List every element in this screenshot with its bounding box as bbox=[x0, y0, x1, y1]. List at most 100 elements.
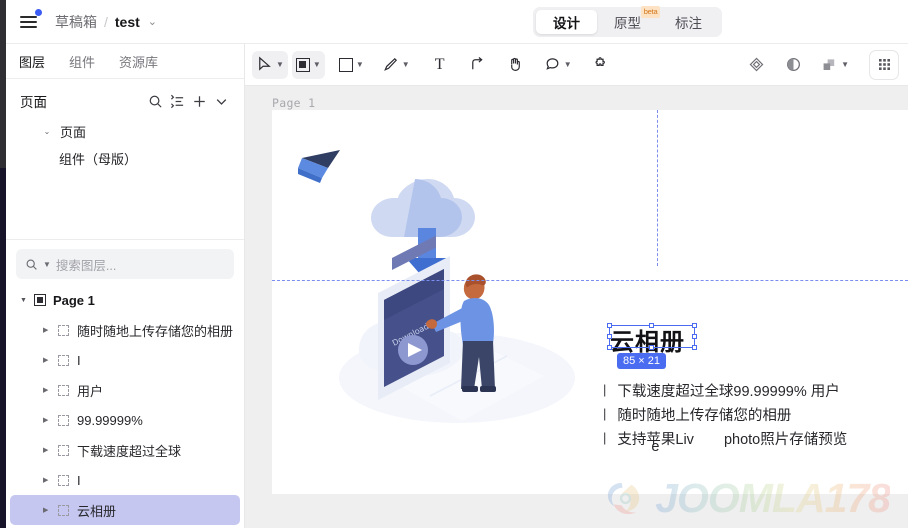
chevron-down-icon[interactable]: ▼ bbox=[564, 60, 572, 69]
page-tree-item-label: 页面 bbox=[60, 125, 87, 140]
text-icon: T bbox=[434, 55, 445, 73]
chevron-right-icon[interactable]: ▶ bbox=[43, 386, 50, 394]
chevron-right-icon[interactable]: ▶ bbox=[43, 326, 50, 334]
layer-row[interactable]: ▶ 用户 bbox=[10, 375, 240, 405]
comment-tool[interactable]: ▼ bbox=[540, 51, 576, 79]
group-icon bbox=[58, 504, 69, 516]
resize-handle-br[interactable] bbox=[692, 345, 697, 350]
panel-tab-components[interactable]: 组件 bbox=[69, 52, 95, 71]
chevron-down-icon[interactable] bbox=[210, 90, 232, 112]
notification-dot-icon bbox=[35, 8, 42, 16]
bullet-text-tail: photo照片存储预览 bbox=[723, 432, 848, 448]
bullet-item[interactable]: | 下载速度超过全球99.99999% 用户 bbox=[603, 380, 847, 404]
page-tree-item-master[interactable]: 组件（母版） bbox=[6, 145, 244, 172]
layer-tree-root-label: Page 1 bbox=[52, 292, 95, 308]
select-tool[interactable]: ▼ bbox=[252, 50, 288, 79]
component-tool[interactable] bbox=[586, 51, 614, 79]
layer-row[interactable]: ▶ 99.99999% bbox=[10, 405, 240, 435]
panel-tab-library[interactable]: 资源库 bbox=[119, 52, 158, 71]
left-panel: 图层 组件 资源库 页面 ⌄ 页面 组件（母版） ▼ 搜索图层... ▼ Pag… bbox=[6, 44, 245, 528]
bullet-text-wrapped: e bbox=[651, 439, 660, 455]
resize-handle-bl[interactable] bbox=[607, 345, 612, 350]
bullet-text: 随时随地上传存储您的相册 bbox=[617, 408, 792, 424]
layer-label: 用户 bbox=[77, 383, 104, 399]
connector-tool[interactable] bbox=[464, 51, 492, 79]
group-icon bbox=[58, 324, 69, 336]
frame-icon bbox=[33, 294, 46, 306]
bullet-item[interactable]: | 支持苹果Liv e photo照片存储预览 bbox=[603, 428, 848, 455]
bullet-marker: | bbox=[603, 406, 607, 421]
frame-icon bbox=[295, 57, 310, 72]
comment-blob-icon bbox=[546, 58, 559, 70]
chevron-down-icon[interactable]: ▼ bbox=[276, 60, 284, 69]
group-icon bbox=[58, 414, 69, 426]
tab-prototype-label: 原型 bbox=[614, 16, 641, 31]
search-icon bbox=[26, 259, 37, 270]
plus-icon[interactable] bbox=[188, 90, 210, 112]
layer-row[interactable]: ▶ I bbox=[10, 345, 240, 375]
boolean-tool[interactable]: ▼ bbox=[816, 51, 853, 79]
frame-label[interactable]: Page 1 bbox=[272, 96, 315, 110]
panel-tabs: 图层 组件 资源库 bbox=[6, 44, 244, 79]
search-icon[interactable] bbox=[144, 90, 166, 112]
search-input[interactable]: ▼ 搜索图层... bbox=[16, 249, 234, 279]
apps-grid-button[interactable] bbox=[869, 49, 899, 80]
layer-row[interactable]: ▶ 随时随地上传存储您的相册 bbox=[10, 315, 240, 345]
chevron-down-icon[interactable]: ▼ bbox=[313, 60, 321, 69]
canvas-area[interactable]: ▼ ▼ ▼ ▼ T ▼ ▼ Page 1 Download 云相册 85 × 2… bbox=[245, 44, 908, 528]
resize-handle-mr[interactable] bbox=[692, 333, 697, 339]
chevron-down-icon[interactable]: ▼ bbox=[20, 297, 27, 304]
layer-row-selected[interactable]: ▶ 云相册 bbox=[10, 495, 240, 525]
union-shapes-icon bbox=[823, 58, 835, 70]
chevron-down-icon[interactable]: ▼ bbox=[356, 60, 364, 69]
opacity-tool[interactable] bbox=[779, 51, 807, 79]
bullet-item[interactable]: | 随时随地上传存储您的相册 bbox=[603, 404, 847, 428]
chevron-right-icon[interactable]: ▶ bbox=[43, 356, 50, 364]
breadcrumb: 草稿箱 / test ⌄ bbox=[55, 12, 157, 32]
pen-tool[interactable]: ▼ bbox=[378, 51, 414, 79]
chevron-right-icon[interactable]: ▶ bbox=[43, 476, 50, 484]
breadcrumb-current[interactable]: test bbox=[115, 14, 140, 30]
tab-design[interactable]: 设计 bbox=[536, 10, 597, 34]
cursor-icon bbox=[259, 56, 271, 71]
connector-arrow-icon bbox=[472, 57, 483, 70]
tab-annotation[interactable]: 标注 bbox=[658, 10, 719, 34]
layer-tree-root[interactable]: ▼ Page 1 bbox=[6, 285, 244, 315]
illustration-cloud-storage: Download bbox=[298, 150, 575, 423]
layer-label: 随时随地上传存储您的相册 bbox=[77, 323, 234, 339]
chevron-right-icon[interactable]: ▶ bbox=[43, 416, 50, 424]
resize-handle-ml[interactable] bbox=[607, 333, 612, 339]
artboard-frame[interactable]: Download 云相册 85 × 21 | 下载速度超过全球99.99999%… bbox=[272, 110, 908, 494]
sort-list-icon[interactable] bbox=[166, 90, 188, 112]
panel-tab-layers[interactable]: 图层 bbox=[19, 52, 45, 71]
rectangle-tool[interactable]: ▼ bbox=[335, 51, 368, 79]
breadcrumb-chevron-down-icon[interactable]: ⌄ bbox=[148, 15, 157, 28]
text-tool[interactable]: T bbox=[426, 51, 454, 79]
selection-box[interactable] bbox=[607, 323, 697, 350]
layer-label: 下载速度超过全球 bbox=[77, 443, 182, 459]
hamburger-icon[interactable] bbox=[19, 8, 42, 32]
layer-row[interactable]: ▶ I bbox=[10, 465, 240, 495]
canvas-toolbar: ▼ ▼ ▼ ▼ T ▼ ▼ bbox=[245, 44, 908, 86]
frame-tool[interactable]: ▼ bbox=[291, 50, 325, 79]
chevron-down-icon[interactable]: ▼ bbox=[402, 60, 410, 69]
chevron-down-icon[interactable]: ▼ bbox=[43, 260, 51, 269]
breadcrumb-separator: / bbox=[104, 13, 108, 30]
layer-row[interactable]: ▶ 下载速度超过全球 bbox=[10, 435, 240, 465]
mask-tool[interactable] bbox=[742, 51, 770, 79]
chevron-down-icon[interactable]: ▼ bbox=[841, 60, 849, 69]
bullet-text: 支持苹果Liv e bbox=[617, 428, 694, 455]
page-tree-item-page[interactable]: ⌄ 页面 bbox=[6, 118, 244, 145]
resize-handle-tl[interactable] bbox=[607, 323, 612, 328]
resize-handle-tm[interactable] bbox=[649, 323, 654, 328]
resize-handle-tr[interactable] bbox=[692, 323, 697, 328]
hand-tool[interactable] bbox=[502, 51, 530, 79]
breadcrumb-root[interactable]: 草稿箱 bbox=[55, 12, 97, 32]
chevron-right-icon[interactable]: ▶ bbox=[43, 446, 50, 454]
app-root: 草稿箱 / test ⌄ 设计 原型 beta 标注 图层 组件 资源库 页面 bbox=[0, 0, 908, 528]
pen-icon bbox=[383, 57, 397, 71]
resize-handle-bm[interactable] bbox=[649, 345, 654, 350]
chevron-right-icon[interactable]: ▶ bbox=[43, 506, 50, 514]
tab-prototype[interactable]: 原型 beta bbox=[597, 6, 660, 34]
chevron-down-icon[interactable]: ⌄ bbox=[40, 127, 54, 136]
